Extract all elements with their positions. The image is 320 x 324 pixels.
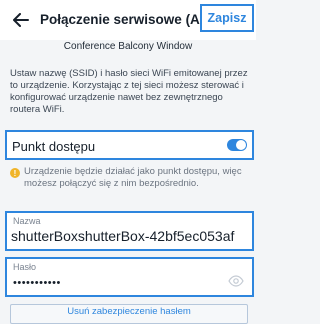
info-note: ! Urządzenie będzie działać jako punkt d… — [10, 166, 252, 196]
access-point-label: Punkt dostępu — [12, 139, 96, 154]
ssid-input[interactable]: shutterBoxshutterBox-42bf5ec053af — [11, 228, 234, 244]
back-button[interactable] — [8, 7, 34, 33]
description-text: Ustaw nazwę (SSID) i hasło sieci WiFi em… — [10, 68, 248, 115]
ssid-field[interactable]: Nazwa shutterBoxshutterBox-42bf5ec053af — [5, 211, 254, 251]
device-name: Conference Balcony Window — [63, 41, 193, 52]
save-button[interactable]: Zapisz — [200, 4, 254, 32]
access-point-row[interactable]: Punkt dostępu — [5, 130, 254, 160]
ssid-label: Nazwa — [13, 216, 41, 226]
password-label: Hasło — [13, 262, 37, 272]
info-text: Urządzenie będzie działać jako punkt dos… — [24, 166, 242, 189]
remove-password-button[interactable]: Usuń zabezpieczenie hasłem — [10, 304, 248, 324]
warning-icon: ! — [10, 168, 20, 178]
app-header: Połączenie serwisowe (AP) Zapisz — [0, 0, 256, 40]
arrow-left-icon — [13, 13, 29, 27]
access-point-toggle[interactable] — [227, 139, 247, 151]
page-title: Połączenie serwisowe (AP) — [40, 12, 214, 27]
password-field[interactable]: Hasło ••••••••••• — [5, 257, 254, 297]
password-input[interactable]: ••••••••••• — [13, 277, 61, 289]
eye-icon[interactable] — [228, 275, 244, 287]
toggle-knob — [236, 140, 246, 150]
